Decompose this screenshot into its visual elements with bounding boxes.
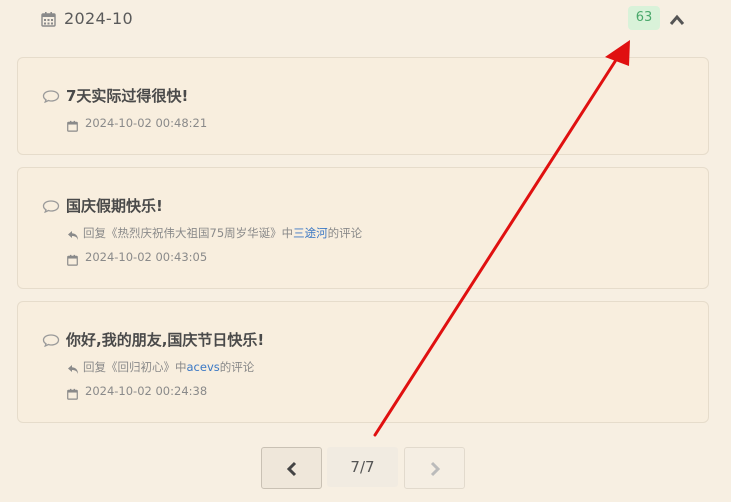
comment-timestamp: 2024-10-02 00:24:38	[85, 384, 208, 398]
prev-page-button[interactable]	[261, 447, 322, 489]
comment-title: 7天实际过得很快!	[66, 87, 189, 105]
comment-count-badge: 63	[628, 6, 660, 30]
reply-user-link[interactable]: 三途河	[293, 226, 328, 240]
comment-card[interactable]: 7天实际过得很快! 2024-10-02 00:48:21	[17, 57, 709, 155]
comment-title: 国庆假期快乐!	[66, 197, 163, 215]
reply-prefix: 回复《热烈庆祝伟大祖国75周岁华诞》中	[83, 226, 294, 240]
comment-timestamp: 2024-10-02 00:48:21	[85, 116, 208, 130]
comment-card[interactable]: 你好,我的朋友,国庆节日快乐! 回复《回归初心》中acevs的评论 2024-1…	[17, 301, 709, 423]
comment-timestamp: 2024-10-02 00:43:05	[85, 250, 208, 264]
calendar-icon	[41, 11, 56, 31]
reply-suffix: 的评论	[219, 360, 255, 374]
reply-context: 回复《热烈庆祝伟大祖国75周岁华诞》中三途河的评论	[83, 225, 362, 241]
reply-icon	[67, 360, 79, 379]
reply-suffix: 的评论	[327, 226, 363, 240]
comment-bubble-icon	[42, 332, 60, 351]
chevron-left-icon	[286, 458, 298, 477]
calendar-icon	[67, 251, 78, 270]
month-title: 2024-10	[64, 9, 133, 28]
calendar-icon	[67, 385, 78, 404]
comment-bubble-icon	[42, 198, 60, 217]
comment-title: 你好,我的朋友,国庆节日快乐!	[66, 331, 265, 349]
reply-context: 回复《回归初心》中acevs的评论	[83, 359, 254, 375]
next-page-button[interactable]	[404, 447, 465, 489]
calendar-icon	[67, 117, 78, 136]
comment-bubble-icon	[42, 88, 60, 107]
comment-card[interactable]: 国庆假期快乐! 回复《热烈庆祝伟大祖国75周岁华诞》中三途河的评论 2024-1…	[17, 167, 709, 289]
reply-icon	[67, 226, 79, 245]
reply-prefix: 回复《回归初心》中	[83, 360, 187, 374]
reply-user-link[interactable]: acevs	[187, 360, 220, 374]
month-header[interactable]: 2024-10 63	[0, 0, 731, 40]
chevron-up-icon[interactable]	[669, 11, 685, 30]
chevron-right-icon	[429, 458, 441, 477]
page-indicator: 7/7	[327, 447, 398, 487]
